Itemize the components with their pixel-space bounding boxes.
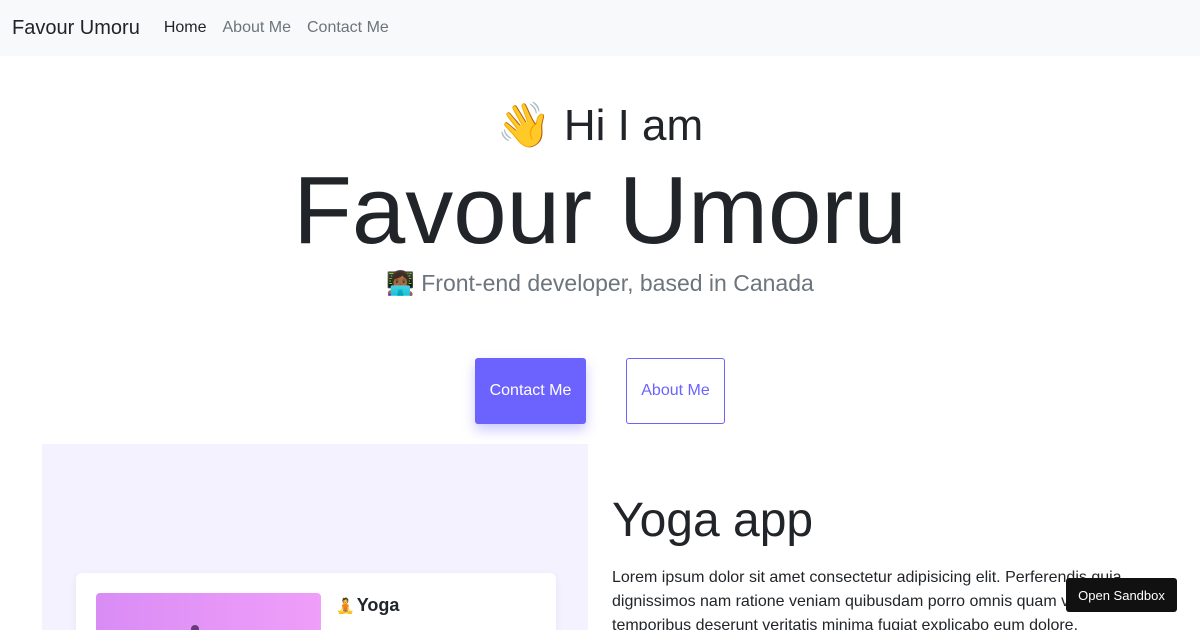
- brand-link[interactable]: Favour Umoru: [12, 17, 140, 40]
- project-preview-image[interactable]: 🧘 Yoga: [42, 444, 588, 630]
- preview-thumbnail: [96, 593, 321, 630]
- nav-link-home[interactable]: Home: [164, 19, 207, 37]
- project-title: Yoga app: [612, 494, 814, 547]
- hero-greeting: 👋 Hi I am: [496, 101, 704, 150]
- preview-figure: [191, 625, 199, 630]
- preview-title: 🧘 Yoga: [336, 595, 399, 616]
- navbar: Favour Umoru Home About Me Contact Me: [0, 0, 1200, 56]
- nav-link-contact[interactable]: Contact Me: [307, 19, 389, 37]
- project-description: Lorem ipsum dolor sit amet consectetur a…: [612, 569, 1122, 630]
- nav-link-about[interactable]: About Me: [223, 19, 291, 37]
- hero-tagline: 👩🏾‍💻 Front-end developer, based in Canad…: [386, 270, 814, 296]
- yoga-icon: 🧘: [336, 598, 355, 615]
- preview-card: 🧘 Yoga: [76, 573, 556, 630]
- open-sandbox-button[interactable]: Open Sandbox: [1066, 578, 1177, 612]
- about-me-button[interactable]: About Me: [626, 358, 725, 424]
- preview-title-text: Yoga: [356, 595, 400, 615]
- hero-name: Favour Umoru: [293, 157, 907, 264]
- contact-me-button[interactable]: Contact Me: [475, 358, 586, 424]
